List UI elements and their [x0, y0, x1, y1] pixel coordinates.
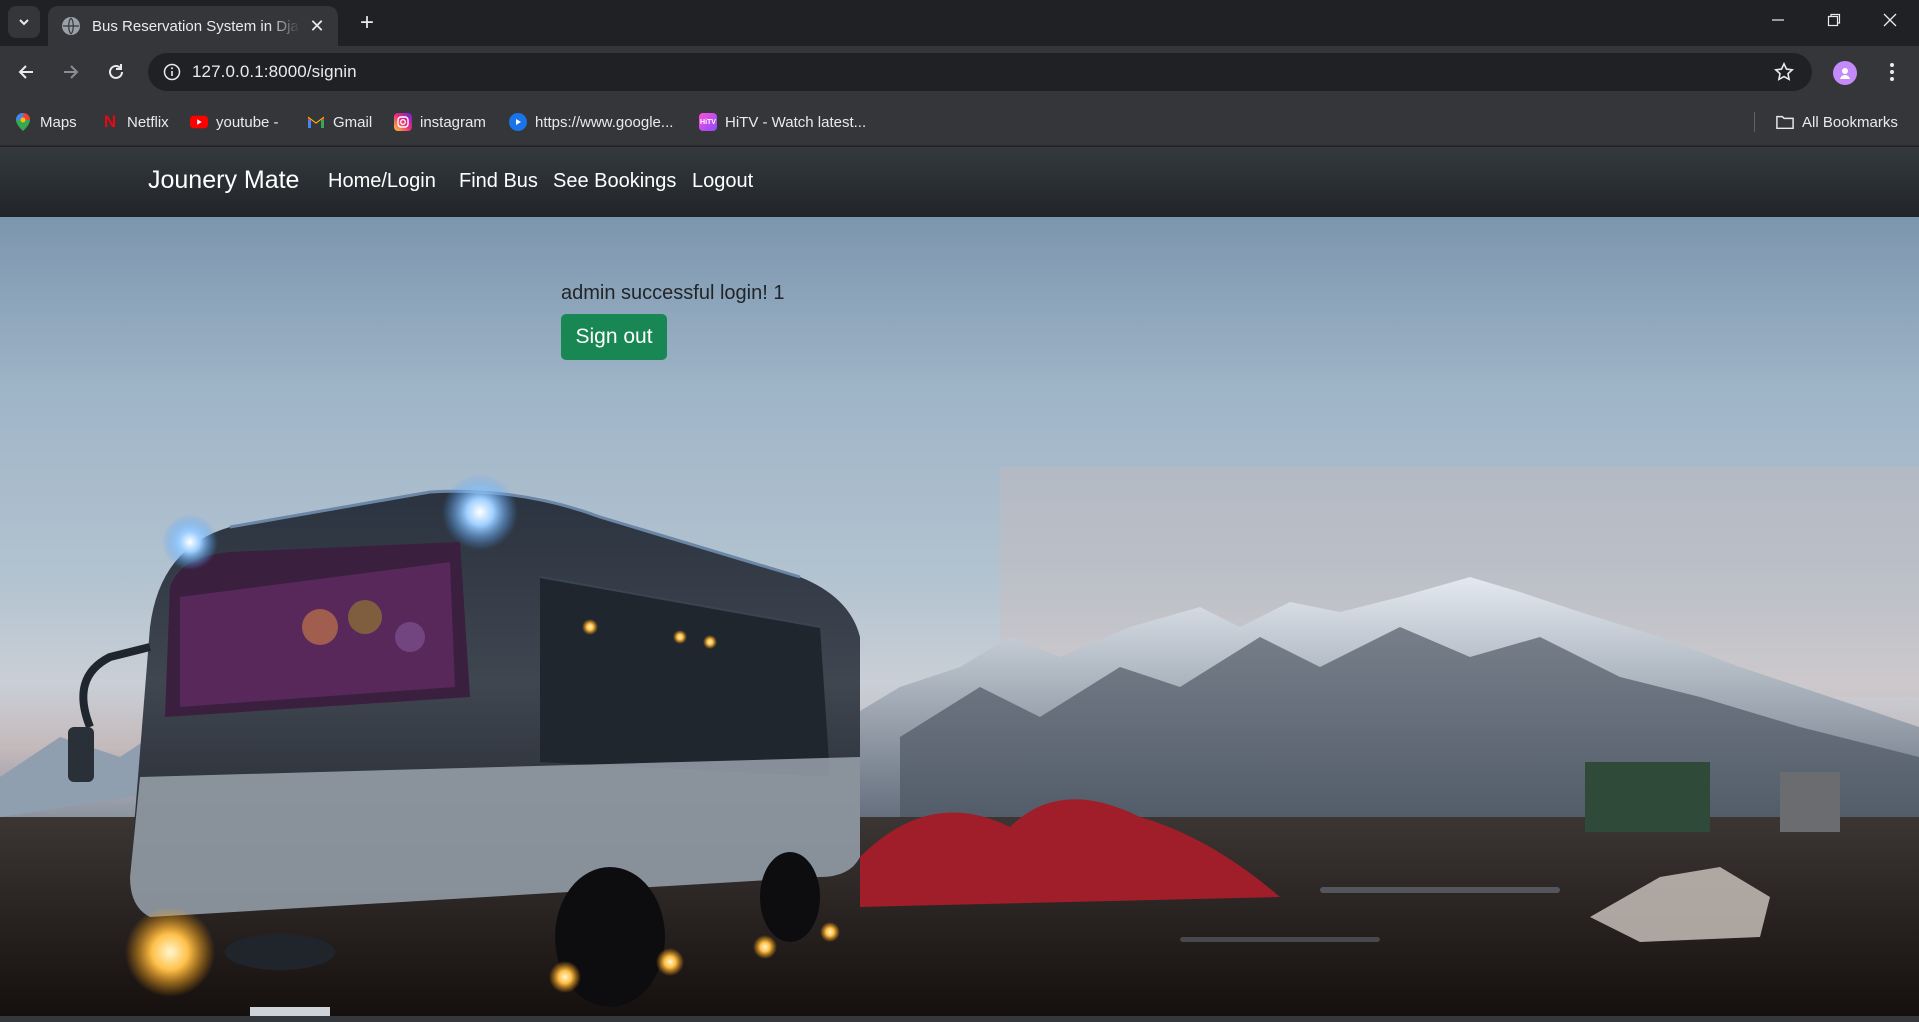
close-window-button[interactable]	[1862, 0, 1918, 40]
youtube-icon	[190, 113, 208, 131]
netflix-icon: N	[103, 112, 117, 131]
bookmark-label: Maps	[40, 113, 77, 131]
browser-tab-active[interactable]: Bus Reservation System in Django ✕	[48, 6, 338, 46]
sign-out-button[interactable]: Sign out	[561, 314, 667, 360]
bookmark-star-icon[interactable]	[1773, 61, 1795, 87]
browser-toolbar: 127.0.0.1:8000/signin	[0, 46, 1919, 98]
browser-tab-bar: Bus Reservation System in Django ✕ +	[0, 0, 1919, 46]
site-navbar: Jounery Mate Home/Login Find Bus See Boo…	[0, 147, 1919, 217]
chevron-down-icon	[19, 19, 29, 26]
instagram-icon	[394, 113, 412, 131]
browser-menu-icon[interactable]	[1880, 58, 1904, 86]
address-bar[interactable]: 127.0.0.1:8000/signin	[148, 53, 1812, 91]
navbar-brand[interactable]: Jounery Mate	[148, 166, 299, 195]
bookmark-label: Gmail	[333, 113, 373, 131]
nav-link-logout[interactable]: Logout	[692, 170, 753, 193]
bookmark-instagram[interactable]: instagram	[394, 111, 486, 133]
arrow-right-icon	[64, 65, 79, 79]
maps-pin-icon	[14, 113, 32, 131]
new-tab-button[interactable]: +	[352, 8, 382, 38]
bookmark-label: instagram	[420, 113, 486, 131]
folder-icon	[1776, 113, 1794, 131]
back-button[interactable]	[10, 56, 42, 88]
url-text[interactable]: 127.0.0.1:8000/signin	[192, 62, 357, 82]
bookmark-label: https://www.google...	[535, 113, 674, 131]
reload-icon	[109, 64, 123, 79]
bookmark-gmail[interactable]: Gmail	[307, 111, 372, 133]
forward-button[interactable]	[55, 56, 87, 88]
arrow-left-icon	[18, 65, 33, 79]
bookmark-google[interactable]: https://www.google...	[509, 111, 673, 133]
bookmarks-separator	[1754, 112, 1755, 132]
play-icon	[509, 113, 527, 131]
bookmark-youtube[interactable]: youtube -	[190, 111, 279, 133]
minimize-button[interactable]	[1750, 0, 1806, 40]
all-bookmarks-button[interactable]: All Bookmarks	[1776, 111, 1898, 133]
profile-avatar[interactable]	[1833, 61, 1857, 85]
minimize-icon	[1772, 19, 1784, 21]
bookmark-netflix[interactable]: N Netflix	[101, 111, 169, 133]
tab-title: Bus Reservation System in Django	[92, 17, 300, 35]
tab-search-button[interactable]	[8, 6, 40, 38]
login-success-message: admin successful login! 1	[561, 282, 785, 304]
globe-icon	[62, 17, 80, 35]
restore-icon	[1827, 13, 1841, 27]
close-icon	[1883, 13, 1897, 27]
site-info-icon[interactable]	[152, 63, 192, 81]
bus-mountain-scene	[0, 467, 1919, 1022]
nav-link-see-bookings[interactable]: See Bookings	[553, 170, 676, 193]
web-page: Jounery Mate Home/Login Find Bus See Boo…	[0, 147, 1919, 1022]
bottom-edge	[0, 1016, 1919, 1022]
nav-link-find-bus[interactable]: Find Bus	[459, 170, 538, 193]
all-bookmarks-label: All Bookmarks	[1802, 113, 1898, 131]
hero-background-image: admin successful login! 1 Sign out	[0, 217, 1919, 1022]
restore-button[interactable]	[1806, 0, 1862, 40]
bookmark-maps[interactable]: Maps	[14, 111, 77, 133]
bookmark-label: youtube -	[216, 113, 279, 131]
bookmark-label: Netflix	[127, 113, 169, 131]
profile-icon	[1840, 68, 1850, 79]
hitv-icon: HiTV	[699, 113, 717, 131]
tab-close-icon[interactable]: ✕	[306, 15, 328, 37]
bookmark-hitv[interactable]: HiTV HiTV - Watch latest...	[699, 111, 866, 133]
nav-link-home-login[interactable]: Home/Login	[328, 170, 436, 193]
gmail-icon	[307, 113, 325, 131]
reload-button[interactable]	[100, 56, 132, 88]
bookmarks-bar: Maps N Netflix youtube - Gmail instagram…	[0, 98, 1919, 146]
bookmark-label: HiTV - Watch latest...	[725, 113, 867, 131]
